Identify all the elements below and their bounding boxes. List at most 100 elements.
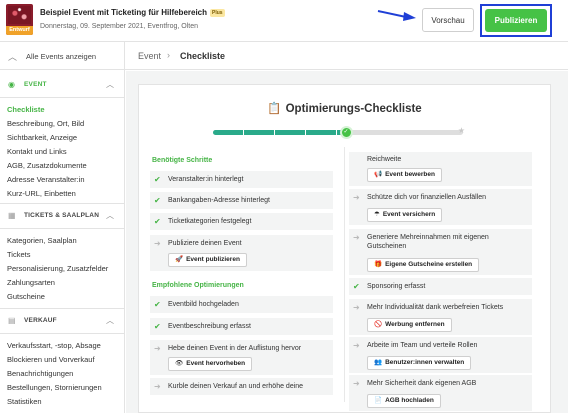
sidebar-item-kategorien[interactable]: Kategorien, Saalplan	[7, 236, 77, 245]
list-item: ✔ Eventbeschreibung erfasst	[150, 318, 333, 335]
sidebar-item-kurz-url[interactable]: Kurz-URL, Einbetten	[7, 189, 76, 198]
upload-agb-button[interactable]: 📄 AGB hochladen	[367, 394, 441, 408]
check-icon: ✔	[154, 300, 161, 309]
step-text: Eventbeschreibung erfasst	[168, 323, 251, 330]
sidebar-item-beschreibung[interactable]: Beschreibung, Ort, Bild	[7, 119, 84, 128]
sidebar-item-bestellungen[interactable]: Bestellungen, Stornierungen	[7, 383, 102, 392]
section-event[interactable]: ◉ EVENT ︿	[0, 75, 124, 95]
sidebar-item-tickets[interactable]: Tickets	[7, 250, 30, 259]
cart-icon: ▤	[8, 316, 16, 325]
main-area: 📋 Optimierungs-Checkliste ✓ ★ Benötigte S…	[126, 71, 568, 413]
page-title: Checkliste	[180, 51, 226, 61]
highlight-event-button[interactable]: 👁 Event hervorheben	[168, 357, 253, 371]
event-subtitle: Donnerstag, 09. September 2021, Eventfro…	[40, 23, 198, 30]
megaphone-icon: 📢	[374, 171, 383, 178]
progress-fill	[213, 130, 346, 135]
breadcrumb-event[interactable]: Event	[138, 51, 161, 61]
event-thumbnail[interactable]: Entwurf	[6, 4, 33, 35]
step-text: Sponsoring erfasst	[367, 283, 426, 290]
users-icon: 👥	[374, 359, 383, 366]
sidebar-item-verkaufsstart[interactable]: Verkaufsstart, -stop, Absage	[7, 341, 101, 350]
eye-icon: 👁	[175, 360, 184, 367]
sidebar-item-gutscheine[interactable]: Gutscheine	[7, 292, 45, 301]
required-heading: Benötigte Schritte	[152, 157, 213, 164]
clipboard-check-icon: 📋	[267, 103, 282, 115]
sidebar-item-zahlungsarten[interactable]: Zahlungsarten	[7, 278, 55, 287]
arrow-right-circle-icon: ➜	[353, 379, 360, 388]
manage-users-button[interactable]: 👥 Benutzer:innen verwalten	[367, 356, 472, 370]
umbrella-icon: ☂	[374, 211, 380, 218]
divider	[0, 333, 124, 334]
all-events-label: Alle Events anzeigen	[26, 52, 97, 61]
section-tickets-title: TICKETS & SAALPLAN	[24, 212, 100, 219]
arrow-right-circle-icon: ➜	[353, 233, 360, 242]
section-event-title: EVENT	[24, 81, 47, 88]
event-title: Beispiel Event mit Ticketing für Hilfebe…	[40, 8, 225, 17]
sidebar-item-blockieren[interactable]: Blockieren und Vorverkauf	[7, 355, 95, 364]
divider	[0, 203, 124, 204]
no-entry-icon: 🚫	[374, 321, 383, 328]
chevron-up-icon: ︿	[8, 52, 18, 62]
arrow-right-circle-icon: ➜	[353, 303, 360, 312]
publish-event-button[interactable]: 🚀 Event publizieren	[168, 253, 247, 267]
gift-icon: 🎁	[374, 261, 383, 268]
preview-button[interactable]: Vorschau	[422, 8, 474, 32]
list-item: ➜ Kurble deinen Verkauf an und erhöhe de…	[150, 378, 333, 395]
breadcrumb-chevron-icon: ›	[167, 50, 170, 60]
list-item: ➜ Mehr Sicherheit dank eigenen AGB 📄 AGB …	[349, 375, 532, 411]
sidebar-item-kontakt[interactable]: Kontakt und Links	[7, 147, 67, 156]
step-text: Eventbild hochgeladen	[168, 301, 239, 308]
column-divider	[344, 147, 345, 402]
section-verkauf[interactable]: ▤ VERKAUF ︿	[0, 311, 124, 331]
manage-users-label: Benutzer:innen verwalten	[385, 359, 465, 366]
publish-button[interactable]: Publizieren	[485, 9, 547, 32]
divider	[0, 228, 124, 229]
list-item: ➜ Publiziere deinen Event 🚀 Event publizi…	[150, 235, 333, 271]
step-text: Hebe deinen Event in der Auflistung herv…	[168, 345, 302, 352]
sidebar-item-benachrichtigungen[interactable]: Benachrichtigungen	[7, 369, 73, 378]
event-title-text: Beispiel Event mit Ticketing für Hilfebe…	[40, 8, 208, 17]
plus-badge: Plus	[210, 8, 225, 17]
progress-check-icon: ✓	[339, 126, 353, 139]
list-item: ✔ Sponsoring erfasst	[349, 278, 532, 295]
checklist-title-text: Optimierungs-Checkliste	[285, 103, 422, 115]
publish-event-label: Event publizieren	[186, 256, 240, 263]
sidebar-item-statistiken[interactable]: Statistiken	[7, 397, 42, 406]
section-tickets[interactable]: ▦ TICKETS & SAALPLAN ︿	[0, 206, 124, 226]
publish-highlight: Publizieren	[480, 4, 552, 37]
promote-event-button[interactable]: 📢 Event bewerben	[367, 168, 442, 182]
arrow-right-circle-icon: ➜	[353, 341, 360, 350]
sidebar-item-adresse[interactable]: Adresse Veranstalter:in	[7, 175, 85, 184]
top-bar: Entwurf Beispiel Event mit Ticketing für…	[0, 0, 568, 42]
list-item: ➜ Generiere Mehreinnahmen mit eigenen Gu…	[349, 229, 532, 275]
create-vouchers-button[interactable]: 🎁 Eigene Gutscheine erstellen	[367, 258, 480, 272]
chevron-up-icon: ︿	[106, 316, 114, 325]
check-icon: ✔	[154, 196, 161, 205]
step-text: Ticketkategorien festgelegt	[168, 218, 252, 225]
list-item: ➜ Mehr Individualität dank werbefreien T…	[349, 299, 532, 335]
create-vouchers-label: Eigene Gutscheine erstellen	[385, 261, 473, 268]
all-events-link[interactable]: ︿ Alle Events anzeigen	[0, 42, 124, 70]
sidebar: ︿ Alle Events anzeigen ◉ EVENT ︿ Checkli…	[0, 42, 125, 413]
sidebar-item-personalisierung[interactable]: Personalisierung, Zusatzfelder	[7, 264, 108, 273]
remove-ads-label: Werbung entfernen	[385, 321, 445, 328]
insure-event-button[interactable]: ☂ Event versichern	[367, 208, 443, 222]
promote-event-label: Event bewerben	[385, 171, 435, 178]
remove-ads-button[interactable]: 🚫 Werbung entfernen	[367, 318, 452, 332]
check-icon: ✔	[154, 322, 161, 331]
list-item: ✔ Eventbild hochgeladen	[150, 296, 333, 313]
step-text: Arbeite im Team und verteile Rollen	[367, 342, 478, 349]
sidebar-item-sichtbarkeit[interactable]: Sichtbarkeit, Anzeige	[7, 133, 77, 142]
sidebar-item-checkliste[interactable]: Checkliste	[7, 105, 45, 114]
list-item: Reichweite 📢 Event bewerben	[349, 152, 532, 186]
step-text: Mehr Individualität dank werbefreien Tic…	[367, 304, 504, 311]
location-pin-icon: ◉	[8, 80, 15, 89]
check-icon: ✔	[154, 175, 161, 184]
sidebar-item-agb[interactable]: AGB, Zusatzdokumente	[7, 161, 87, 170]
check-icon: ✔	[353, 282, 360, 291]
step-text: Schütze dich vor finanziellen Ausfällen	[367, 194, 487, 201]
insure-event-label: Event versichern	[382, 211, 436, 218]
event-image	[8, 6, 31, 24]
recommended-heading: Empfohlene Optimierungen	[152, 282, 244, 289]
list-item: ➜ Hebe deinen Event in der Auflistung he…	[150, 340, 333, 375]
